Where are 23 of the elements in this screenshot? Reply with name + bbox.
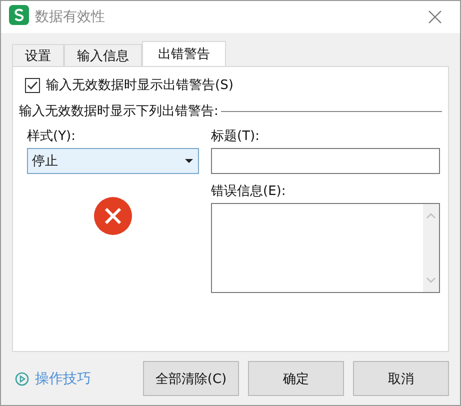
scrollbar[interactable] [423,204,439,292]
dialog-button[interactable]: 取消 [353,361,449,396]
title-field[interactable] [211,148,440,174]
title-label: 标题(T): [211,128,260,146]
checkbox-label: 输入无效数据时显示出错警告(S) [46,77,234,94]
style-dropdown[interactable]: 停止 [27,148,199,174]
tab[interactable]: 输入信息 [64,44,142,66]
dropdown-arrow-icon [185,159,193,163]
scroll-up-icon [426,213,436,219]
window-title: 数据有效性 [35,8,106,26]
tab[interactable]: 设置 [12,44,64,66]
dialog-button[interactable]: 确定 [248,361,344,396]
error-icon [94,197,132,235]
dialog-button[interactable]: 全部清除(C) [143,361,239,396]
style-label: 样式(Y): [27,128,76,146]
scroll-down-icon [426,277,436,283]
close-icon [428,10,442,24]
checkbox[interactable] [25,78,40,92]
message-label: 错误信息(E): [211,183,287,201]
play-icon [15,372,29,386]
tab[interactable]: 出错警告 [142,41,226,66]
group-label: 输入无效数据时显示下列出错警告: [19,103,218,120]
message-field[interactable] [211,203,440,293]
